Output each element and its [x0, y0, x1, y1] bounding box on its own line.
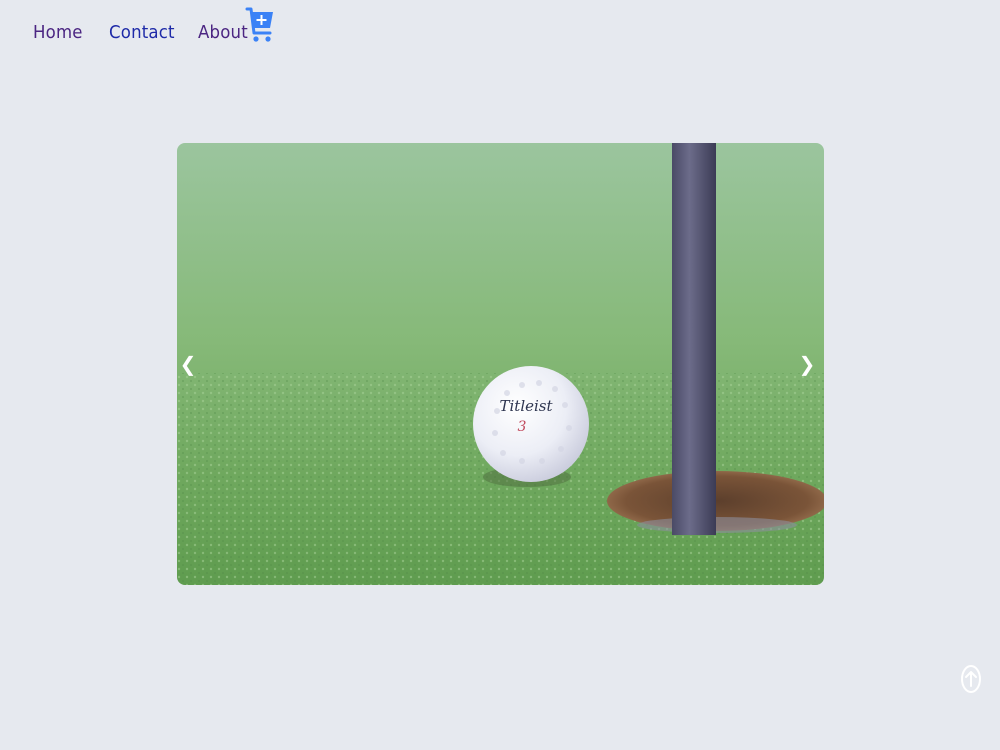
carousel-slide-image: Titleist 3 — [177, 143, 824, 585]
carousel-prev-button[interactable]: ❮ — [178, 349, 198, 379]
carousel-next-button[interactable]: ❯ — [797, 349, 817, 379]
nav-about-link[interactable]: About — [198, 22, 248, 43]
ball-number-text: 3 — [518, 419, 527, 435]
top-navigation: Home Contact About — [0, 0, 1000, 70]
arrow-up-circle-icon[interactable] — [960, 664, 982, 694]
ball-brand-text: Titleist — [499, 397, 553, 415]
cart-plus-icon[interactable] — [245, 6, 275, 44]
nav-contact-link[interactable]: Contact — [109, 22, 175, 43]
nav-home-link[interactable]: Home — [33, 22, 83, 43]
image-carousel: Titleist 3 ❮ ❯ — [177, 143, 824, 585]
